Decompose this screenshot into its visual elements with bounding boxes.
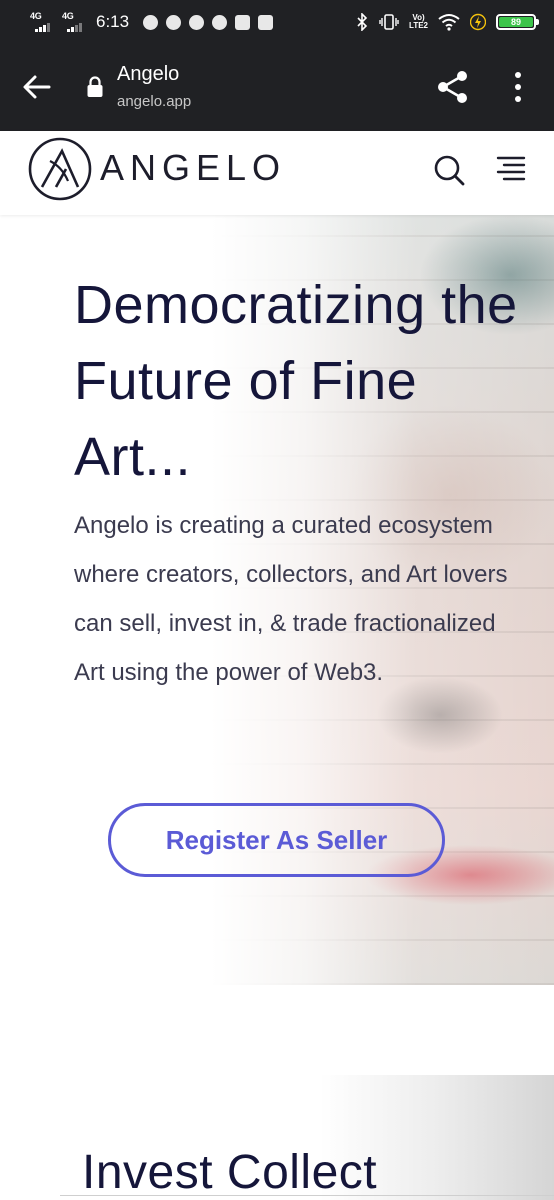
volte-indicator: Vo) LTE2 xyxy=(409,14,428,30)
angelo-logo-icon[interactable] xyxy=(28,137,92,201)
telegram-icon xyxy=(189,14,205,30)
status-left: 4G 4G 6:13 xyxy=(30,10,274,34)
volte-bottom-label: LTE2 xyxy=(409,21,428,30)
hero-title: Democratizing the Future of Fine Art... xyxy=(74,275,518,487)
hero-description: Angelo is creating a curated ecosystem w… xyxy=(74,512,508,686)
bluetooth-icon xyxy=(357,13,368,31)
more-options-icon[interactable] xyxy=(505,70,531,104)
charging-icon xyxy=(470,13,486,31)
battery-level: 89 xyxy=(499,17,533,27)
status-bar: 4G 4G 6:13 Vo) LTE2 89 xyxy=(0,0,554,44)
shopping-icon xyxy=(235,14,251,30)
signal-strength-2: 4G xyxy=(62,11,86,33)
chat-icon xyxy=(212,14,228,30)
logo-wordmark[interactable]: ANGELO xyxy=(100,147,286,189)
hamburger-menu-icon[interactable] xyxy=(494,153,528,187)
site-url[interactable]: angelo.app xyxy=(117,93,191,110)
search-icon[interactable] xyxy=(432,153,466,187)
battery-icon: 89 xyxy=(496,14,539,30)
signal-strength-1: 4G xyxy=(30,11,54,33)
network-type-label: 4G xyxy=(30,11,42,21)
section-title: Invest Collect xyxy=(82,1146,378,1199)
status-right: Vo) LTE2 89 xyxy=(355,10,539,34)
browser-toolbar: Angelo angelo.app xyxy=(0,44,554,131)
video-icon xyxy=(258,14,274,30)
spotify-icon xyxy=(143,14,159,30)
invest-collect-section: Invest Collect xyxy=(0,985,554,1200)
clock: 6:13 xyxy=(96,12,130,31)
hero-section: Democratizing the Future of Fine Art... … xyxy=(0,215,554,985)
share-icon[interactable] xyxy=(434,68,472,106)
signal-bars-icon xyxy=(35,23,50,32)
register-as-seller-button[interactable]: Register As Seller xyxy=(108,803,445,877)
signal-bars-icon xyxy=(67,23,82,32)
vibrate-icon xyxy=(379,14,399,30)
back-arrow-icon[interactable] xyxy=(20,70,54,104)
divider xyxy=(60,1195,554,1196)
network-type-label: 4G xyxy=(62,11,74,21)
lock-icon[interactable] xyxy=(86,76,104,98)
site-title: Angelo xyxy=(117,63,180,85)
messenger-icon xyxy=(166,14,182,30)
wifi-icon xyxy=(438,14,460,31)
site-header: ANGELO xyxy=(0,131,554,215)
